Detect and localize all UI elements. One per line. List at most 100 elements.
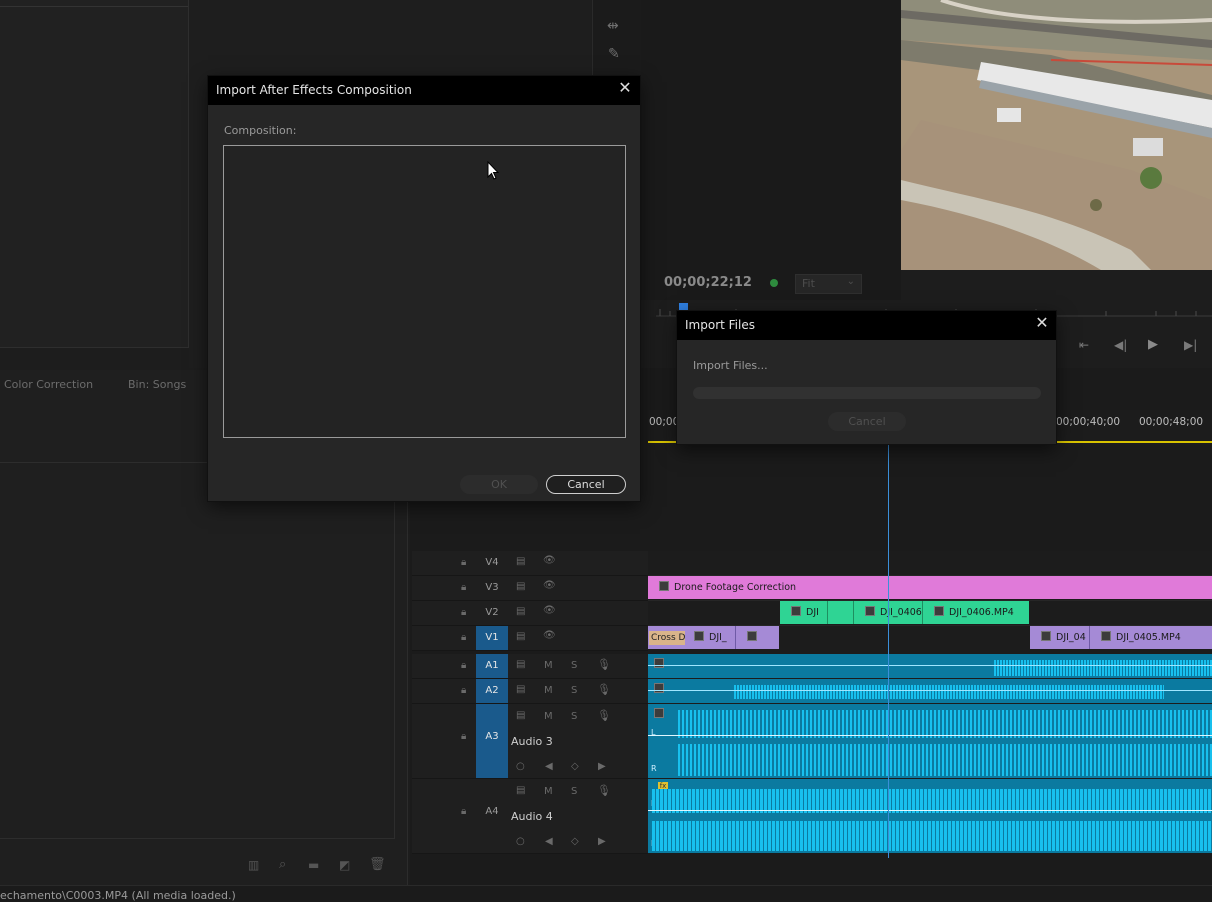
fit-dropdown[interactable]: Fit ⌄	[795, 274, 862, 294]
status-text: echamento\C0003.MP4 (All media loaded.)	[0, 889, 236, 902]
close-icon[interactable]: ✕	[615, 78, 635, 98]
lock-icon[interactable]: 🔒︎	[461, 731, 466, 742]
track-header-v2: 🔒︎ V2 ▤ 👁︎	[412, 601, 648, 626]
track-target-a4[interactable]: A4	[476, 779, 508, 853]
add-keyframe-icon[interactable]: ◇	[571, 836, 579, 847]
lock-icon[interactable]: 🔒︎	[461, 685, 466, 696]
razor-icon[interactable]: ✎	[608, 46, 620, 62]
channel-right-label: R	[651, 764, 657, 773]
step-to-in-icon[interactable]: ⇤	[1079, 338, 1089, 352]
tab-bin-songs[interactable]: Bin: Songs	[128, 378, 186, 391]
waveform-centerline	[648, 810, 1212, 811]
import-ae-titlebar: Import After Effects Composition ✕	[208, 76, 640, 105]
waveform-centerline	[648, 665, 1212, 666]
import-ae-title: Import After Effects Composition	[216, 83, 412, 97]
ripple-edit-icon[interactable]: ⇹	[607, 18, 619, 34]
status-bar: echamento\C0003.MP4 (All media loaded.)	[0, 885, 1212, 902]
microphone-icon[interactable]: 🎙︎	[597, 658, 611, 671]
lock-icon[interactable]: 🔒︎	[461, 632, 466, 643]
lock-icon[interactable]: 🔒︎	[461, 582, 466, 593]
tab-color-correction[interactable]: Color Correction	[4, 378, 93, 391]
sync-lock-icon[interactable]: ▤	[516, 581, 525, 592]
microphone-icon[interactable]: 🎙︎	[597, 683, 611, 696]
fx-badge-icon	[654, 658, 664, 668]
track-target-v1[interactable]: V1	[476, 626, 508, 650]
mute-button[interactable]: M	[544, 685, 553, 696]
lock-icon[interactable]: 🔒︎	[461, 557, 466, 568]
clip-dji-v2-gap[interactable]	[828, 601, 854, 624]
lock-icon[interactable]: 🔒︎	[461, 607, 466, 618]
add-keyframe-icon[interactable]: ◇	[571, 761, 579, 772]
step-back-icon[interactable]: ◀|	[1114, 338, 1127, 352]
import-cancel-button[interactable]: Cancel	[828, 412, 906, 431]
clip-drone-footage-correction[interactable]: Drone Footage Correction	[648, 576, 1212, 599]
import-files-dialog: Import Files ✕ Import Files... Cancel	[677, 311, 1056, 444]
program-playhead-marker[interactable]	[679, 303, 688, 311]
next-keyframe-icon[interactable]: ▶	[598, 836, 606, 847]
sync-lock-icon[interactable]: ▤	[516, 684, 525, 695]
mute-button[interactable]: M	[544, 711, 553, 722]
audio-clip-a3[interactable]: L R	[648, 704, 1212, 778]
microphone-icon[interactable]: 🎙︎	[597, 709, 611, 722]
clip-dji-v2-1[interactable]: DJI	[780, 601, 828, 624]
volume-knob-icon[interactable]: ○	[516, 836, 525, 847]
new-item-icon[interactable]: ◩	[339, 858, 350, 872]
freeform-view-icon[interactable]: ▥	[248, 858, 259, 872]
sync-lock-icon[interactable]: ▤	[516, 710, 525, 721]
volume-knob-icon[interactable]: ○	[516, 761, 525, 772]
track-target-a1[interactable]: A1	[476, 654, 508, 678]
timeline-playhead[interactable]	[888, 445, 889, 858]
close-icon[interactable]: ✕	[1032, 313, 1052, 333]
transition-label: Cross Di	[651, 633, 685, 643]
next-keyframe-icon[interactable]: ▶	[598, 761, 606, 772]
prev-keyframe-icon[interactable]: ◀	[545, 761, 553, 772]
mute-button[interactable]: M	[544, 660, 553, 671]
clip-dji-0405-mp4[interactable]: DJI_0405.MP4	[1090, 626, 1212, 649]
search-icon[interactable]: ⌕	[279, 857, 286, 872]
clip-dji-04[interactable]: DJI_04	[1030, 626, 1090, 649]
trash-icon[interactable]: 🗑	[369, 857, 386, 872]
lock-icon[interactable]: 🔒︎	[461, 660, 466, 671]
audio-clip-a4[interactable]: fx L R	[648, 779, 1212, 853]
eye-icon[interactable]: 👁︎	[543, 555, 556, 566]
sync-lock-icon[interactable]: ▤	[516, 659, 525, 670]
transition-cross-dissolve[interactable]: Cross Di	[649, 631, 685, 645]
lock-icon[interactable]: 🔒︎	[461, 806, 466, 817]
solo-button[interactable]: S	[571, 711, 577, 722]
program-monitor-video	[901, 0, 1212, 270]
eye-icon[interactable]: 👁︎	[543, 605, 556, 616]
track-target-v2[interactable]: V2	[476, 604, 508, 622]
track-target-v3[interactable]: V3	[476, 579, 508, 597]
solo-button[interactable]: S	[571, 660, 577, 671]
track-target-a3[interactable]: A3	[476, 704, 508, 778]
track-target-a2[interactable]: A2	[476, 679, 508, 703]
cancel-button[interactable]: Cancel	[546, 475, 626, 494]
fx-badge-icon	[694, 631, 704, 641]
clip-dji-v1-2[interactable]	[736, 626, 779, 649]
fx-badge-icon	[934, 606, 944, 616]
new-bin-icon[interactable]: ▬	[308, 858, 319, 872]
sync-lock-icon[interactable]: ▤	[516, 556, 525, 567]
track-target-v4[interactable]: V4	[476, 554, 508, 572]
eye-icon[interactable]: 👁︎	[543, 630, 556, 641]
step-forward-icon[interactable]: ▶|	[1184, 338, 1197, 352]
play-icon[interactable]: ▶	[1148, 337, 1158, 352]
program-timecode[interactable]: 00;00;22;12	[664, 275, 752, 290]
eye-icon[interactable]: 👁︎	[543, 580, 556, 591]
fx-badge-icon	[865, 606, 875, 616]
prev-keyframe-icon[interactable]: ◀	[545, 836, 553, 847]
fx-badge-icon	[1101, 631, 1111, 641]
sync-lock-icon[interactable]: ▤	[516, 631, 525, 642]
mute-button[interactable]: M	[544, 786, 553, 797]
audio-clip-a1[interactable]	[648, 654, 1212, 678]
solo-button[interactable]: S	[571, 685, 577, 696]
composition-list[interactable]	[223, 145, 626, 438]
microphone-icon[interactable]: 🎙︎	[597, 784, 611, 797]
solo-button[interactable]: S	[571, 786, 577, 797]
sync-lock-icon[interactable]: ▤	[516, 606, 525, 617]
ok-button[interactable]: OK	[460, 475, 538, 494]
audio-clip-a2[interactable]	[648, 679, 1212, 703]
import-files-status: Import Files...	[693, 359, 768, 372]
sync-lock-icon[interactable]: ▤	[516, 785, 525, 796]
clip-dji-0406-mp4[interactable]: DJI_0406.MP4	[923, 601, 1029, 624]
